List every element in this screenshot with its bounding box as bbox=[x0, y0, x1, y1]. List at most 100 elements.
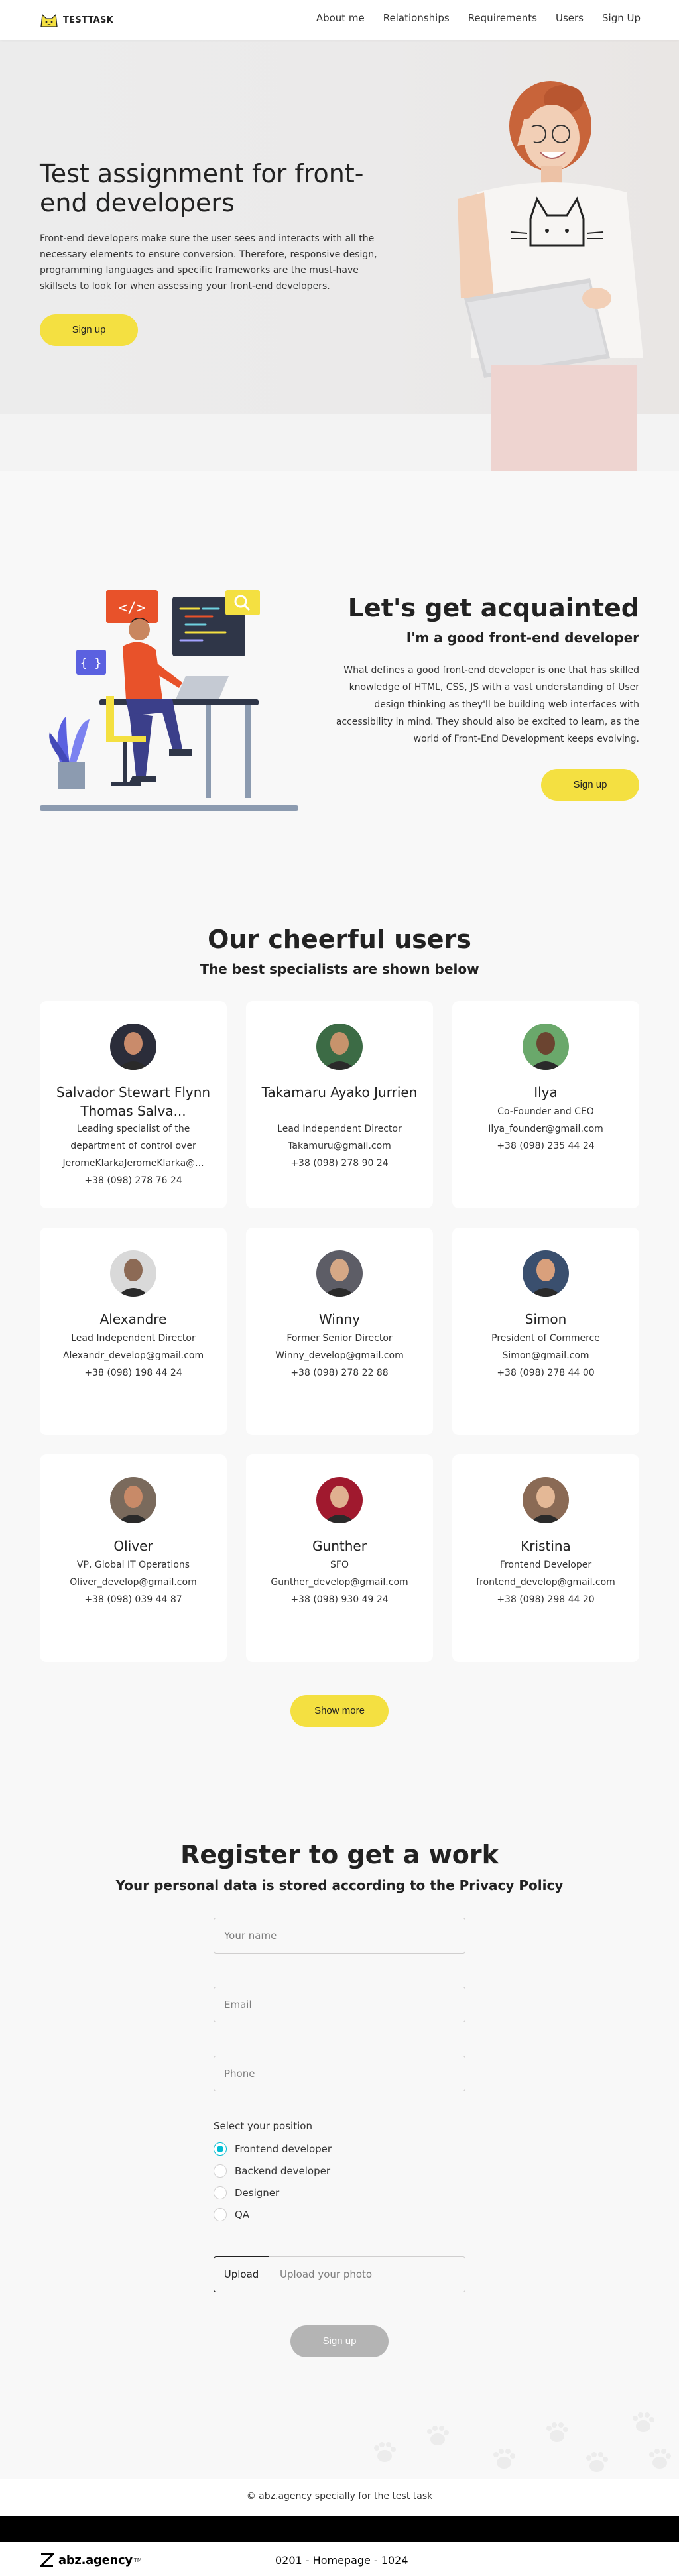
hero-title: Test assignment for front-end developers bbox=[40, 159, 364, 217]
user-name: Takamaru Ayako Jurrien bbox=[261, 1084, 418, 1100]
user-email[interactable]: Oliver_develop@gmail.com bbox=[52, 1574, 215, 1591]
radio-button[interactable] bbox=[214, 2208, 227, 2221]
user-email[interactable]: Winny_develop@gmail.com bbox=[258, 1347, 421, 1364]
user-email[interactable]: frontend_develop@gmail.com bbox=[464, 1574, 627, 1591]
avatar bbox=[110, 1477, 156, 1523]
phone-input[interactable] bbox=[214, 2056, 465, 2091]
user-email[interactable]: Simon@gmail.com bbox=[464, 1347, 627, 1364]
avatar bbox=[316, 1477, 363, 1523]
register-submit-button[interactable]: Sign up bbox=[290, 2325, 389, 2357]
black-divider-bar bbox=[0, 2516, 679, 2542]
avatar bbox=[110, 1024, 156, 1070]
photo-upload: Upload Upload your photo bbox=[214, 2256, 465, 2292]
user-position: VP, Global IT Operations bbox=[76, 1560, 190, 1570]
avatar bbox=[316, 1250, 363, 1297]
users-subtitle: The best specialists are shown below bbox=[200, 961, 479, 977]
user-phone: +38 (098) 930 49 24 bbox=[290, 1594, 389, 1605]
user-position: Frontend Developer bbox=[499, 1560, 592, 1570]
radio-button[interactable] bbox=[214, 2142, 227, 2156]
nav-sign-up[interactable]: Sign Up bbox=[602, 12, 641, 24]
name-input[interactable] bbox=[214, 1918, 465, 1954]
user-position: SFO bbox=[330, 1560, 349, 1570]
users-grid: Salvador Stewart Flynn Thomas Salva... Le… bbox=[40, 1001, 639, 1662]
paw-prints-decoration bbox=[374, 2412, 671, 2472]
brace-tag-text: { } bbox=[80, 656, 102, 670]
radio-button[interactable] bbox=[214, 2164, 227, 2178]
user-card: Salvador Stewart Flynn Thomas Salva... Le… bbox=[40, 1001, 227, 1208]
user-name: Ilya bbox=[534, 1084, 558, 1100]
hero-woman-illustration bbox=[458, 81, 643, 471]
radio-button[interactable] bbox=[214, 2186, 227, 2199]
user-phone: +38 (098) 278 22 88 bbox=[290, 1368, 389, 1378]
user-name: Winny bbox=[318, 1311, 361, 1327]
hero-section: Test assignment for front-end developers… bbox=[0, 40, 679, 471]
user-position: President of Commerce bbox=[491, 1333, 600, 1344]
show-more-button[interactable]: Show more bbox=[290, 1695, 389, 1727]
position-label: Select your position bbox=[214, 2120, 312, 2132]
logo[interactable]: TESTTASK bbox=[40, 12, 113, 28]
user-card: Gunther SFO Gunther_develop@gmail.com +38 (… bbox=[246, 1454, 433, 1662]
user-email[interactable]: Ilya_founder@gmail.com bbox=[464, 1120, 627, 1138]
cat-logo-icon bbox=[40, 13, 58, 27]
avatar bbox=[523, 1477, 569, 1523]
about-sign-up-button[interactable]: Sign up bbox=[541, 769, 639, 801]
user-card: Alexandre Lead Independent Director Alexan… bbox=[40, 1228, 227, 1435]
page-meta: 0201 - Homepage - 1024 bbox=[275, 2554, 408, 2567]
radio-frontend[interactable]: Frontend developer bbox=[214, 2142, 332, 2156]
user-name: Alexandre bbox=[99, 1311, 167, 1327]
nav-relationships[interactable]: Relationships bbox=[383, 12, 450, 24]
user-name: Oliver bbox=[113, 1538, 153, 1554]
user-phone: +38 (098) 278 76 24 bbox=[84, 1175, 182, 1186]
nav-about-me[interactable]: About me bbox=[316, 12, 365, 24]
footer-copyright: © abz.agency specially for the test task bbox=[246, 2491, 433, 2502]
nav-users[interactable]: Users bbox=[556, 12, 584, 24]
user-phone: +38 (098) 198 44 24 bbox=[84, 1368, 182, 1378]
about-description: What defines a good front-end developer … bbox=[336, 665, 639, 744]
radio-qa[interactable]: QA bbox=[214, 2208, 249, 2221]
radio-label: Frontend developer bbox=[235, 2143, 332, 2155]
avatar bbox=[523, 1024, 569, 1070]
user-email[interactable]: Gunther_develop@gmail.com bbox=[258, 1574, 421, 1591]
user-card: Ilya Co-Founder and CEO Ilya_founder@gmail… bbox=[452, 1001, 639, 1208]
user-phone: +38 (098) 278 90 24 bbox=[290, 1158, 389, 1169]
avatar bbox=[110, 1250, 156, 1297]
about-subtitle: I'm a good front-end developer bbox=[406, 630, 639, 646]
user-card: Simon President of Commerce Simon@gmail.co… bbox=[452, 1228, 639, 1435]
abz-agency-text: abz.agency bbox=[58, 2553, 133, 2567]
upload-button[interactable]: Upload bbox=[214, 2256, 269, 2292]
main-nav: About me Relationships Requirements User… bbox=[316, 12, 641, 24]
user-email[interactable]: JeromeKlarkaJeromeKlarka@... bbox=[52, 1155, 215, 1172]
about-title: Let's get acquainted bbox=[347, 593, 639, 622]
user-name: Simon bbox=[525, 1311, 567, 1327]
user-phone: +38 (098) 278 44 00 bbox=[497, 1368, 595, 1378]
user-phone: +38 (098) 298 44 20 bbox=[497, 1594, 595, 1605]
users-title: Our cheerful users bbox=[208, 925, 471, 954]
logo-text: TESTTASK bbox=[63, 15, 114, 25]
radio-backend[interactable]: Backend developer bbox=[214, 2164, 330, 2178]
code-tag-text: </> bbox=[119, 600, 145, 616]
user-phone: +38 (098) 039 44 87 bbox=[84, 1594, 182, 1605]
avatar bbox=[523, 1250, 569, 1297]
radio-label: QA bbox=[235, 2209, 250, 2221]
trademark-mark: TM bbox=[133, 2557, 142, 2563]
nav-requirements[interactable]: Requirements bbox=[468, 12, 537, 24]
user-card: Winny Former Senior Director Winny_develop… bbox=[246, 1228, 433, 1435]
abz-mark-icon bbox=[40, 2553, 54, 2567]
user-email[interactable]: Takamuru@gmail.com bbox=[258, 1138, 421, 1155]
user-email[interactable]: Alexandr_develop@gmail.com bbox=[52, 1347, 215, 1364]
hero-sign-up-button[interactable]: Sign up bbox=[40, 314, 138, 346]
upload-field[interactable]: Upload your photo bbox=[269, 2256, 465, 2292]
radio-label: Backend developer bbox=[235, 2165, 331, 2177]
abz-agency-logo[interactable]: abz.agency TM bbox=[40, 2553, 142, 2567]
user-name: Gunther bbox=[312, 1538, 367, 1554]
user-phone: +38 (098) 235 44 24 bbox=[497, 1141, 595, 1151]
user-position: Lead Independent Director bbox=[71, 1333, 196, 1344]
user-position: Lead Independent Director bbox=[277, 1124, 402, 1134]
radio-label: Designer bbox=[235, 2187, 280, 2199]
hero-description: Front-end developers make sure the user … bbox=[40, 233, 377, 292]
radio-designer[interactable]: Designer bbox=[214, 2186, 279, 2199]
register-subtitle: Your personal data is stored according t… bbox=[115, 1877, 564, 1893]
developer-desk-illustration: </> { } bbox=[40, 590, 298, 811]
email-input[interactable] bbox=[214, 1987, 465, 2022]
user-card: Oliver VP, Global IT Operations Oliver_dev… bbox=[40, 1454, 227, 1662]
